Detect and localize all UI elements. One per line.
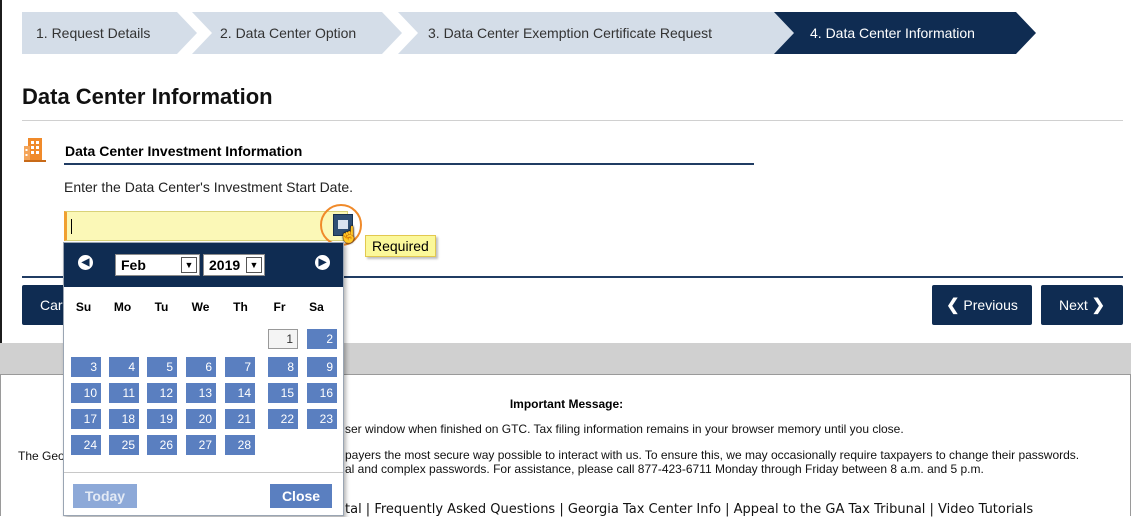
date-picker-popup: ◀ Feb ▼ 2019 ▼ ▶ Su Mo Tu We Th Fr Sa 12345678… (63, 242, 344, 516)
weekday-label: Sa (309, 300, 324, 314)
calendar-day[interactable]: 26 (147, 435, 177, 455)
weekday-label: We (191, 300, 210, 314)
calendar-day[interactable]: 2 (307, 329, 337, 349)
calendar-day[interactable]: 24 (71, 435, 101, 455)
divider (22, 120, 1123, 121)
wizard-step-label: 2. Data Center Option (220, 25, 357, 41)
calendar-day[interactable]: 3 (71, 357, 101, 377)
section-divider (64, 163, 754, 165)
calendar-day[interactable]: 19 (147, 409, 177, 429)
calendar-day[interactable]: 5 (147, 357, 177, 377)
calendar-day[interactable]: 9 (307, 357, 337, 377)
next-label: Next (1058, 297, 1088, 313)
text-caret (71, 219, 72, 234)
weekday-label: Fr (273, 300, 286, 314)
calendar-day[interactable]: 21 (225, 409, 255, 429)
chevron-down-icon: ▼ (246, 257, 262, 273)
footer-links[interactable]: tal | Frequently Asked Questions | Georg… (345, 502, 1033, 517)
footer-message-line: payers the most secure way possible to i… (345, 448, 1080, 462)
wizard-step-data-center-information[interactable]: 4. Data Center Information (774, 12, 1036, 54)
wizard-step-data-center-option[interactable]: 2. Data Center Option (192, 12, 402, 54)
calendar-day[interactable]: 20 (186, 409, 216, 429)
weekday-label: Tu (154, 300, 169, 314)
calendar-day[interactable]: 8 (268, 357, 298, 377)
wizard-step-request-details[interactable]: 1. Request Details (22, 12, 197, 54)
footer-message-line: al and complex passwords. For assistance… (345, 462, 984, 476)
wizard-step-label: 4. Data Center Information (810, 25, 975, 41)
month-select[interactable]: Feb ▼ (115, 254, 200, 276)
page-title: Data Center Information (22, 84, 273, 109)
calendar-day[interactable]: 7 (225, 357, 255, 377)
next-button[interactable]: Next ❯ (1041, 285, 1123, 325)
month-value: Feb (121, 257, 146, 273)
calendar-day[interactable]: 4 (109, 357, 139, 377)
close-button[interactable]: Close (270, 484, 332, 508)
calendar-day[interactable]: 17 (71, 409, 101, 429)
calendar-day[interactable]: 18 (109, 409, 139, 429)
previous-month-icon[interactable]: ◀ (78, 255, 93, 270)
calendar-day[interactable]: 6 (186, 357, 216, 377)
wizard-step-label: 3. Data Center Exemption Certificate Req… (428, 25, 713, 41)
previous-label: Previous (963, 297, 1018, 313)
weekday-label: Th (233, 300, 248, 314)
calendar-day[interactable]: 23 (307, 409, 337, 429)
calendar-day[interactable]: 10 (71, 383, 101, 403)
wizard-step-label: 1. Request Details (36, 25, 151, 41)
calendar-day[interactable]: 16 (307, 383, 337, 403)
calendar-day[interactable]: 22 (268, 409, 298, 429)
previous-button[interactable]: ❮ Previous (932, 285, 1032, 325)
calendar-day[interactable]: 28 (225, 435, 255, 455)
investment-start-date-input[interactable] (64, 211, 348, 241)
calendar-header: ◀ Feb ▼ 2019 ▼ ▶ (64, 243, 343, 287)
weekday-label: Mo (113, 300, 132, 314)
calendar-day[interactable]: 12 (147, 383, 177, 403)
chevron-left-icon: ❮ (946, 297, 960, 314)
calendar-day[interactable]: 1 (268, 329, 298, 349)
building-icon (24, 138, 46, 162)
chevron-right-icon: ❯ (1091, 297, 1106, 314)
footer-message-line: The Geo (18, 449, 65, 463)
today-button[interactable]: Today (73, 484, 137, 508)
required-tooltip: Required (365, 235, 436, 257)
calendar-day[interactable]: 14 (225, 383, 255, 403)
calendar-day[interactable]: 11 (109, 383, 139, 403)
year-value: 2019 (209, 257, 241, 273)
weekday-label: Su (75, 300, 92, 314)
chevron-down-icon: ▼ (181, 257, 197, 273)
footer-message-line: ser window when finished on GTC. Tax fil… (345, 422, 904, 436)
divider (64, 472, 343, 473)
calendar-day[interactable]: 27 (186, 435, 216, 455)
calendar-day[interactable]: 25 (109, 435, 139, 455)
calendar-day[interactable]: 15 (268, 383, 298, 403)
year-select[interactable]: 2019 ▼ (203, 254, 265, 276)
section-title: Data Center Investment Information (65, 143, 303, 159)
instructions-text: Enter the Data Center's Investment Start… (64, 179, 354, 195)
wizard-step-exemption-certificate[interactable]: 3. Data Center Exemption Certificate Req… (398, 12, 798, 54)
next-month-icon[interactable]: ▶ (315, 255, 330, 270)
calendar-day[interactable]: 13 (186, 383, 216, 403)
